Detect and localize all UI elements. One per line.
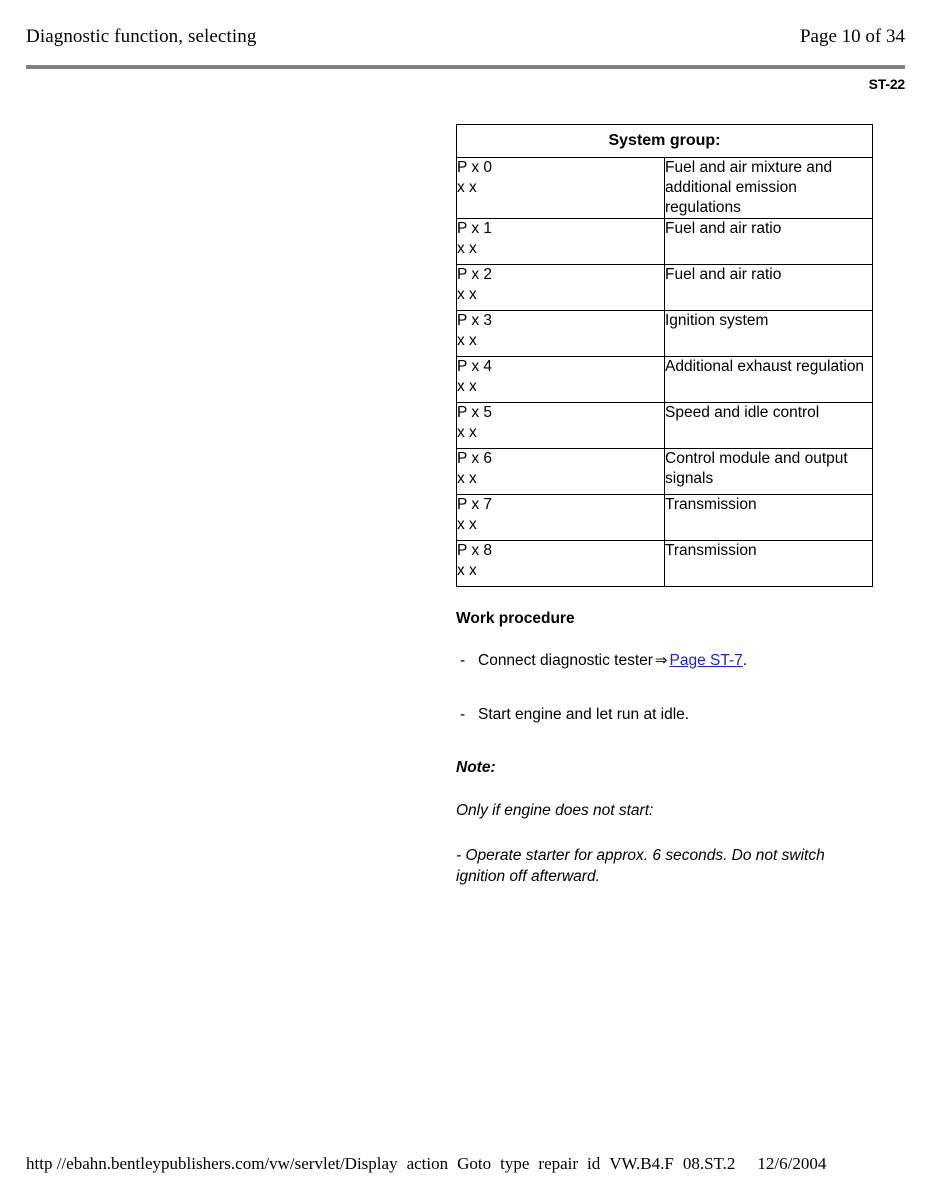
table-row: P x 6 x x Control module and output sign… <box>456 448 873 495</box>
work-procedure-list: - Connect diagnostic tester ⇒ Page ST-7. -… <box>456 650 873 725</box>
content-column: System group: P x 0 x x Fuel and air mix… <box>456 124 873 887</box>
footer-doc-id: VW.B4.F <box>609 1154 674 1173</box>
row-description: Speed and idle control <box>664 402 873 449</box>
row-description: Control module and output signals <box>664 448 873 495</box>
row-code: P x 7 x x <box>456 494 665 541</box>
row-code: P x 4 x x <box>456 356 665 403</box>
table-header-cell: System group: <box>456 124 873 158</box>
row-code: P x 3 x x <box>456 310 665 357</box>
row-description: Additional exhaust regulation <box>664 356 873 403</box>
table-row: P x 3 x x Ignition system <box>456 310 873 357</box>
double-arrow-icon: ⇒ <box>654 651 668 669</box>
row-description: Ignition system <box>664 310 873 357</box>
row-description: Fuel and air mixture and additional emis… <box>664 157 873 219</box>
table-body: P x 0 x x Fuel and air mixture and addit… <box>456 157 873 587</box>
list-item: - Connect diagnostic tester ⇒ Page ST-7. <box>456 650 873 671</box>
table-row: P x 2 x x Fuel and air ratio <box>456 264 873 311</box>
page-number: Page 10 of 34 <box>799 26 905 47</box>
row-code: P x 8 x x <box>456 540 665 587</box>
procedure-step-text: Start engine and let run at idle. <box>478 706 690 723</box>
row-code: P x 0 x x <box>456 157 665 219</box>
step-text-before: Connect diagnostic tester <box>478 652 653 669</box>
row-description: Transmission <box>664 494 873 541</box>
table-row: P x 1 x x Fuel and air ratio <box>456 218 873 265</box>
row-code: P x 2 x x <box>456 264 665 311</box>
bullet-dash: - <box>460 706 466 723</box>
row-description: Fuel and air ratio <box>664 264 873 311</box>
note-body: - Operate starter for approx. 6 seconds.… <box>456 847 825 885</box>
row-description: Fuel and air ratio <box>664 218 873 265</box>
page-footer: http //ebahn.bentleypublishers.com/vw/se… <box>26 1154 905 1174</box>
row-description: Transmission <box>664 540 873 587</box>
section-code-badge: ST-22 <box>868 76 906 92</box>
footer-repair: repair <box>538 1154 579 1173</box>
table-row: P x 5 x x Speed and idle control <box>456 402 873 449</box>
table-header-row: System group: <box>456 124 873 158</box>
table-head: System group: <box>456 124 873 158</box>
footer-date: 12/6/2004 <box>757 1154 827 1173</box>
note-condition: Only if engine does not start: <box>456 802 654 819</box>
footer-id-label: id <box>587 1154 601 1173</box>
row-code: P x 1 x x <box>456 218 665 265</box>
row-code: P x 6 x x <box>456 448 665 495</box>
table-row: P x 4 x x Additional exhaust regulation <box>456 356 873 403</box>
procedure-step-text: Connect diagnostic tester ⇒ Page ST-7. <box>478 650 747 671</box>
table-row: P x 7 x x Transmission <box>456 494 873 541</box>
footer-goto: Goto <box>457 1154 492 1173</box>
footer-url: http //ebahn.bentleypublishers.com/vw/se… <box>26 1154 398 1173</box>
list-item: - Start engine and let run at idle. <box>456 705 873 725</box>
page-header: Diagnostic function, selecting Page 10 o… <box>26 26 905 48</box>
note-heading: Note: <box>456 759 496 776</box>
footer-section: 08.ST.2 <box>682 1154 736 1173</box>
header-divider <box>26 65 905 69</box>
step-text-after: . <box>742 652 748 669</box>
page-reference-link[interactable]: Page ST-7 <box>669 652 742 669</box>
footer-type: type <box>500 1154 530 1173</box>
system-group-table: System group: P x 0 x x Fuel and air mix… <box>456 124 873 587</box>
page-title: Diagnostic function, selecting <box>26 26 257 47</box>
bullet-dash: - <box>460 652 466 669</box>
table-row: P x 8 x x Transmission <box>456 540 873 587</box>
work-procedure-heading: Work procedure <box>456 610 575 627</box>
table-row: P x 0 x x Fuel and air mixture and addit… <box>456 157 873 219</box>
row-code: P x 5 x x <box>456 402 665 449</box>
footer-action: action <box>406 1154 449 1173</box>
